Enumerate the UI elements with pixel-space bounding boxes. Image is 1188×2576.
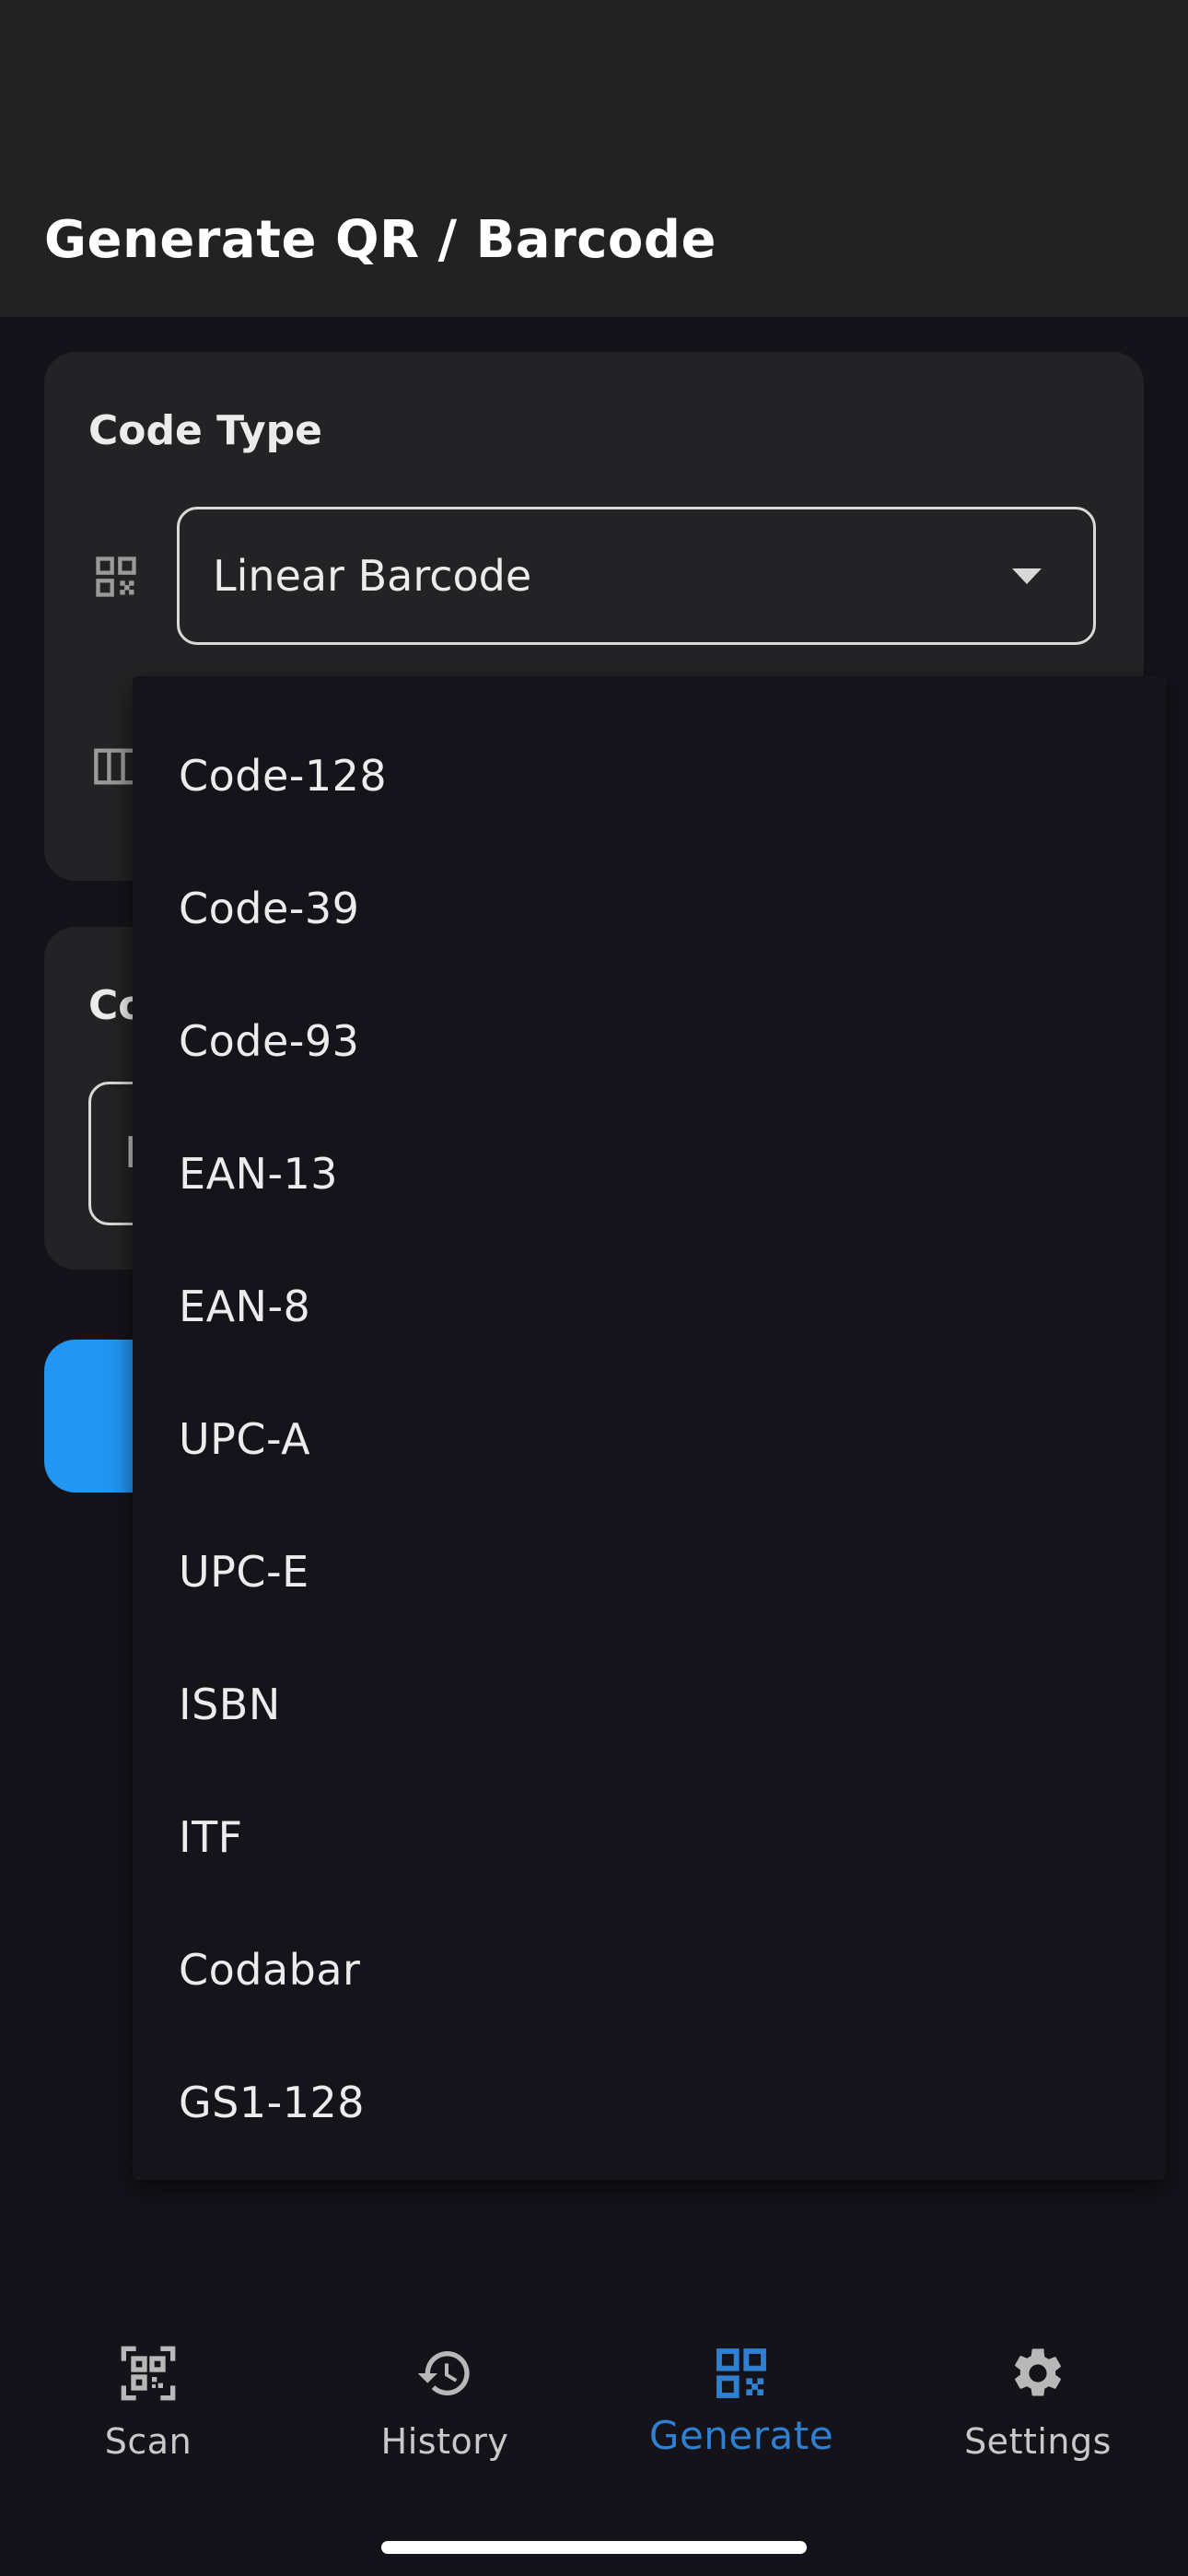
dropdown-option[interactable]: UPC-A xyxy=(133,1373,1166,1505)
code-type-dropdown-menu: Code-128 Code-39 Code-93 EAN-13 EAN-8 UP… xyxy=(133,676,1166,2180)
qr-code-icon xyxy=(716,2348,766,2398)
dropdown-option[interactable]: Codabar xyxy=(133,1903,1166,2036)
app-bar: Generate QR / Barcode xyxy=(0,0,1188,317)
nav-item-generate[interactable]: Generate xyxy=(593,2344,890,2491)
code-type-select[interactable]: Linear Barcode xyxy=(177,507,1096,645)
nav-label-generate: Generate xyxy=(648,2413,834,2458)
nav-item-history[interactable]: History xyxy=(297,2344,593,2491)
home-indicator xyxy=(381,2541,807,2554)
dropdown-option[interactable]: Code-128 xyxy=(133,709,1166,842)
code-type-selected-value: Linear Barcode xyxy=(213,551,532,601)
nav-item-settings[interactable]: Settings xyxy=(890,2344,1186,2491)
dropdown-option[interactable]: EAN-8 xyxy=(133,1240,1166,1373)
code-type-title: Code Type xyxy=(88,407,322,454)
gear-icon xyxy=(1015,2348,1061,2396)
dropdown-option[interactable]: ITF xyxy=(133,1771,1166,1903)
qr-code-icon xyxy=(96,556,136,597)
page-title: Generate QR / Barcode xyxy=(44,210,716,270)
dropdown-option[interactable]: EAN-13 xyxy=(133,1107,1166,1240)
bottom-navigation: Scan History Generate Settings xyxy=(0,2303,1188,2576)
nav-label-scan: Scan xyxy=(104,2421,192,2462)
nav-item-scan[interactable]: Scan xyxy=(0,2344,297,2491)
dropdown-option[interactable]: Code-93 xyxy=(133,975,1166,1107)
nav-label-history: History xyxy=(380,2421,509,2462)
history-icon xyxy=(417,2351,470,2395)
nav-label-settings: Settings xyxy=(964,2421,1112,2462)
qr-scan-icon xyxy=(121,2346,176,2401)
dropdown-option[interactable]: Code-39 xyxy=(133,842,1166,975)
dropdown-option[interactable]: ISBN xyxy=(133,1638,1166,1771)
dropdown-option[interactable]: UPC-E xyxy=(133,1505,1166,1638)
dropdown-caret-icon xyxy=(1012,568,1042,584)
dropdown-option[interactable]: GS1-128 xyxy=(133,2036,1166,2169)
